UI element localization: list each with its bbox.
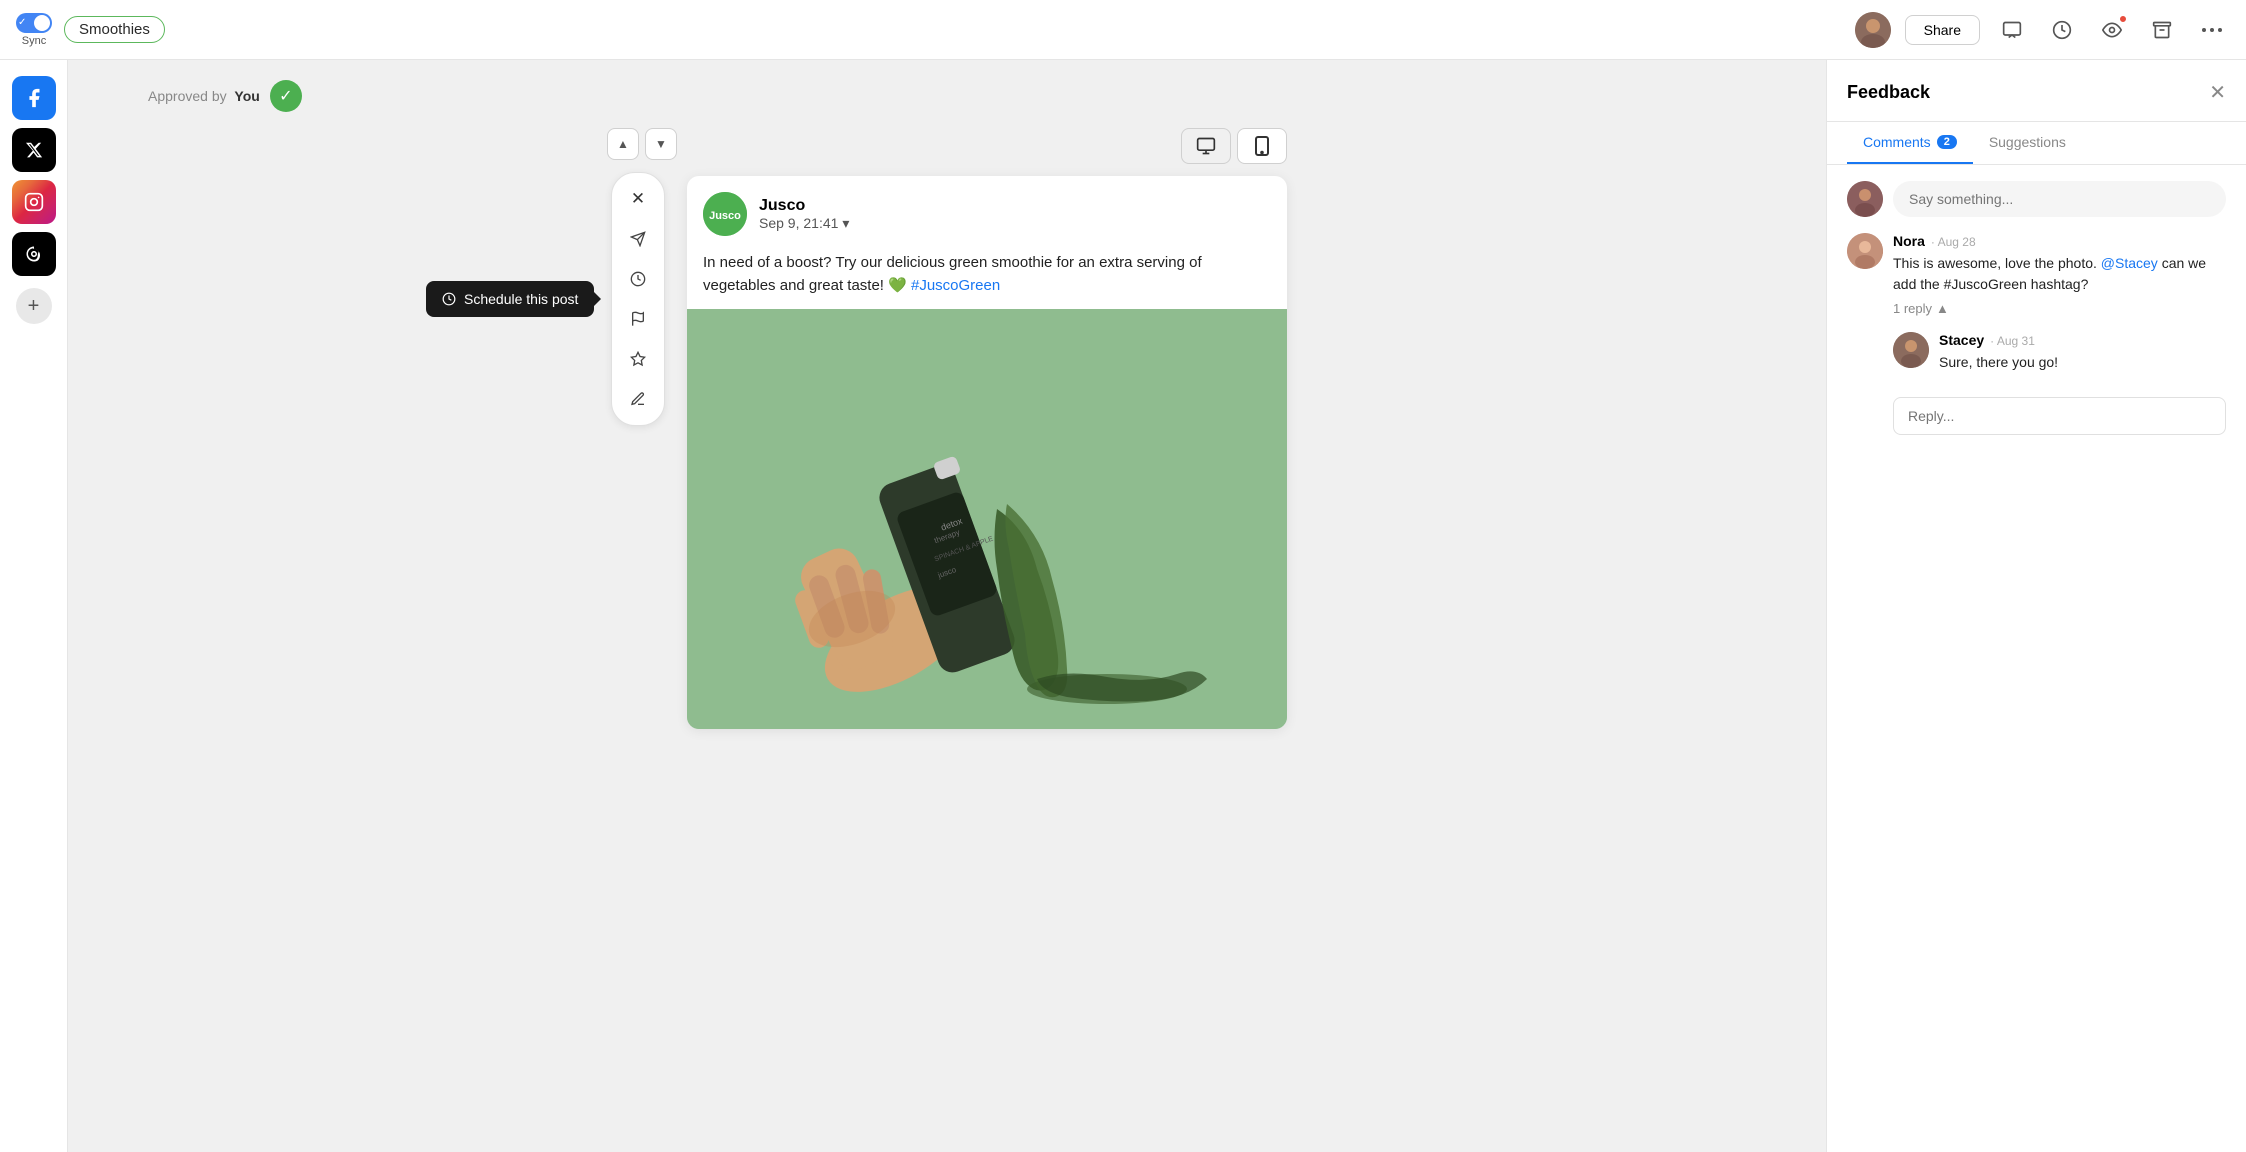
view-icon-btn[interactable] [2094,12,2130,48]
topbar-right: Share [1855,12,2230,48]
post-hashtag: #JuscoGreen [911,277,1000,294]
nav-up-button[interactable]: ▲ [607,128,639,160]
chat-icon-btn[interactable] [1994,12,2030,48]
post-body: In need of a boost? Try our delicious gr… [687,244,1287,309]
post-author-name: Jusco [759,197,849,215]
toggle-check-icon: ✓ [18,17,26,28]
stacey-comment-text: Sure, there you go! [1939,352,2226,373]
more-icon-btn[interactable] [2194,12,2230,48]
schedule-tooltip: Schedule this post [426,281,594,317]
post-header: Jusco Jusco Sep 9, 21:41 ▾ [687,176,1287,244]
nora-author-row: Nora · Aug 28 [1893,233,2226,249]
topbar: ✓ Sync Smoothies Share [0,0,2246,60]
approved-check-icon: ✓ [270,80,302,112]
content-area: Approved by You ✓ ▲ ▼ ✕ [68,60,1826,1152]
toolbar-close-button[interactable]: ✕ [620,181,656,217]
stacey-comment-content: Stacey · Aug 31 Sure, there you go! [1939,332,2226,373]
sidebar-item-threads[interactable] [12,232,56,276]
feedback-tabs: Comments 2 Suggestions [1827,122,2246,165]
stacey-comment-date: · Aug 31 [1990,334,2035,348]
stacey-mention[interactable]: @Stacey [2101,255,2158,271]
svg-text:Jusco: Jusco [709,210,741,222]
sync-toggle[interactable]: ✓ Sync [16,13,52,47]
desktop-view-button[interactable] [1181,128,1231,164]
stacey-author-row: Stacey · Aug 31 [1939,332,2226,348]
feedback-close-button[interactable]: ✕ [2209,80,2226,121]
sidebar: + [0,60,68,1152]
sidebar-item-instagram[interactable] [12,180,56,224]
current-user-avatar [1847,181,1883,217]
sidebar-item-add[interactable]: + [16,288,52,324]
notification-badge [2118,14,2128,24]
nora-comment-date: · Aug 28 [1931,235,1976,249]
nora-comment-content: Nora · Aug 28 This is awesome, love the … [1893,233,2226,316]
reply-input-wrapper [1893,389,2226,435]
comment-row-nora: Nora · Aug 28 This is awesome, love the … [1847,233,2226,316]
brand-pill[interactable]: Smoothies [64,16,165,43]
approved-by: You [234,88,259,104]
archive-icon-btn[interactable] [2144,12,2180,48]
feedback-header: Feedback ✕ [1827,60,2246,122]
toggle-knob [34,15,50,31]
feedback-panel: Feedback ✕ Comments 2 Suggestions [1826,60,2246,1152]
sidebar-item-x[interactable] [12,128,56,172]
stacey-author-name: Stacey [1939,332,1984,348]
toolbar-pen-button[interactable] [620,381,656,417]
reply-input-field[interactable] [1893,397,2226,435]
nora-avatar [1847,233,1883,269]
feedback-title: Feedback [1847,82,1930,119]
approved-text: Approved by You [148,88,260,104]
post-brand-avatar: Jusco [703,192,747,236]
reply-toggle-nora[interactable]: 1 reply ▲ [1893,301,2226,316]
tab-suggestions[interactable]: Suggestions [1973,122,2082,164]
nora-author-name: Nora [1893,233,1925,249]
toggle-switch[interactable]: ✓ [16,13,52,33]
main-area: + Approved by You ✓ ▲ ▼ ✕ [0,60,2246,1152]
post-image: detox therapy SPINACH & APPLE jusco [687,309,1287,729]
comment-row-stacey: Stacey · Aug 31 Sure, there you go! [1893,332,2226,373]
sidebar-item-facebook[interactable] [12,76,56,120]
post-card: Jusco Jusco Sep 9, 21:41 ▾ In need o [687,176,1287,729]
toolbar-schedule-button[interactable] [620,261,656,297]
topbar-left: ✓ Sync Smoothies [16,13,165,47]
tab-comments[interactable]: Comments 2 [1847,122,1973,164]
toolbar-pill: ✕ [611,172,665,426]
share-button[interactable]: Share [1905,15,1980,45]
comment-stacey: Stacey · Aug 31 Sure, there you go! [1893,332,2226,373]
nora-comment-text: This is awesome, love the photo. @Stacey… [1893,253,2226,295]
history-icon-btn[interactable] [2044,12,2080,48]
post-date: Sep 9, 21:41 ▾ [759,215,849,232]
toolbar-flag-button[interactable] [620,301,656,337]
comment-nora: Nora · Aug 28 This is awesome, love the … [1847,233,2226,316]
user-avatar [1855,12,1891,48]
comments-badge: 2 [1937,135,1957,149]
comment-input-field[interactable] [1893,181,2226,217]
toolbar-label-button[interactable] [620,341,656,377]
comment-input-row [1847,181,2226,217]
sync-label: Sync [22,35,46,47]
mobile-view-button[interactable] [1237,128,1287,164]
post-meta: Jusco Sep 9, 21:41 ▾ [759,197,849,232]
feedback-body: Nora · Aug 28 This is awesome, love the … [1827,165,2246,1152]
stacey-avatar [1893,332,1929,368]
toolbar-send-button[interactable] [620,221,656,257]
nav-down-button[interactable]: ▼ [645,128,677,160]
approved-bar: Approved by You ✓ [148,80,302,112]
